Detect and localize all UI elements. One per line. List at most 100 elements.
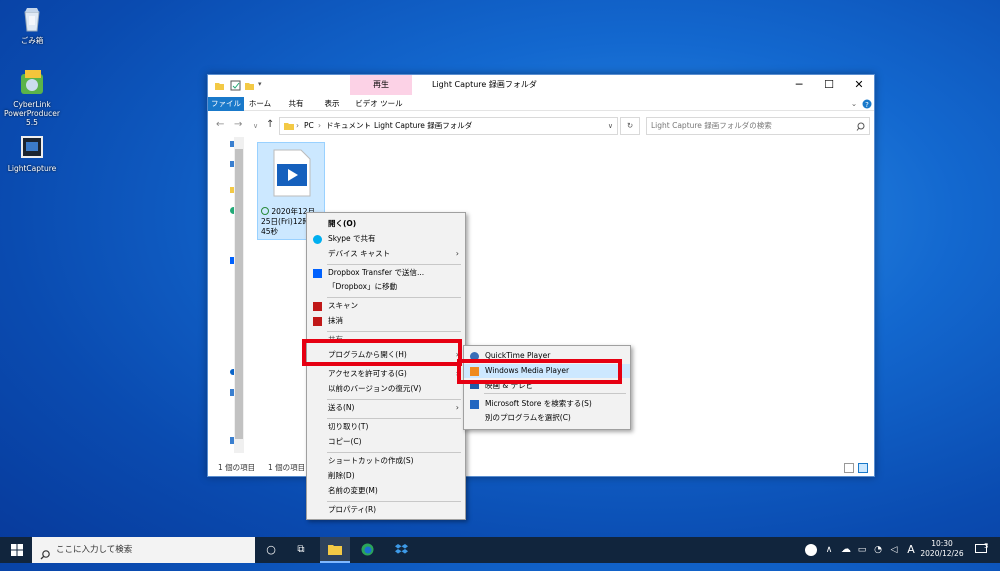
- breadcrumb-separator-icon: ›: [318, 121, 321, 130]
- back-button[interactable]: ←: [216, 119, 224, 130]
- submenu-item-choose-program[interactable]: 別のプログラムを選択(C): [464, 411, 630, 425]
- video-file-icon: [273, 149, 311, 197]
- menu-item-move-to-dropbox[interactable]: 「Dropbox」に移動: [307, 280, 465, 294]
- menu-item-give-access[interactable]: アクセスを許可する(G) ›: [307, 367, 465, 381]
- new-folder-icon[interactable]: [244, 80, 255, 91]
- edge-taskbar-icon[interactable]: [352, 537, 382, 563]
- store-icon: [470, 400, 479, 409]
- folder-icon: [214, 80, 225, 91]
- large-icons-view-icon[interactable]: [858, 463, 868, 473]
- menu-item-open[interactable]: 開く(O): [307, 217, 465, 231]
- ribbon-tabs: ファイル ホーム 共有 表示 ビデオ ツール ⌄ ?: [208, 97, 874, 111]
- recent-dropdown-icon[interactable]: ∨: [253, 122, 258, 130]
- desktop-icon-label: CyberLink PowerProducer 5.5: [4, 100, 60, 127]
- desktop-icon-label: LightCapture: [7, 164, 57, 173]
- tab-view[interactable]: 表示: [318, 97, 346, 111]
- ime-indicator[interactable]: A: [902, 537, 920, 563]
- svg-text:?: ?: [865, 101, 869, 109]
- minimize-button[interactable]: ─: [784, 75, 814, 95]
- action-center-icon[interactable]: 3: [968, 537, 994, 563]
- menu-item-scan[interactable]: スキャン: [307, 299, 465, 313]
- address-bar[interactable]: › PC › ドキュメント › Light Capture 録画フォルダ ∨: [279, 117, 618, 135]
- menu-item-device-cast[interactable]: デバイス キャスト ›: [307, 247, 465, 261]
- search-icon: [40, 545, 50, 571]
- menu-item-rename[interactable]: 名前の変更(M): [307, 484, 465, 498]
- item-count: 1 個の項目: [218, 463, 256, 472]
- up-button[interactable]: ↑: [266, 119, 274, 130]
- highlight-open-with: [302, 339, 462, 366]
- breadcrumb-pc[interactable]: PC: [304, 118, 314, 134]
- task-view-icon[interactable]: ⧉: [286, 537, 316, 563]
- search-icon[interactable]: [856, 121, 865, 137]
- context-menu: 開く(O) Skype で共有 デバイス キャスト › Dropbox Trans…: [306, 212, 466, 520]
- menu-item-copy[interactable]: コピー(C): [307, 435, 465, 449]
- dropbox-taskbar-icon[interactable]: [386, 537, 416, 563]
- menu-item-shred[interactable]: 抹消: [307, 314, 465, 328]
- menu-item-dropbox-transfer[interactable]: Dropbox Transfer で送信...: [307, 266, 465, 280]
- forward-button[interactable]: →: [234, 119, 242, 130]
- tray-app-icon[interactable]: [802, 537, 820, 563]
- search-input[interactable]: Light Capture 録画フォルダの検索: [651, 121, 772, 130]
- context-tab-header: 再生: [350, 75, 412, 95]
- breadcrumb-separator-icon: ›: [366, 121, 369, 130]
- ribbon-expand-icon[interactable]: ⌄: [848, 97, 860, 111]
- desktop-icon-label: ごみ箱: [20, 36, 44, 45]
- search-box[interactable]: Light Capture 録画フォルダの検索: [646, 117, 870, 135]
- open-with-submenu: QuickTime Player Windows Media Player 映画…: [463, 345, 631, 430]
- tab-share[interactable]: 共有: [282, 97, 310, 111]
- scrollbar-thumb[interactable]: [235, 149, 243, 439]
- menu-item-delete[interactable]: 削除(D): [307, 469, 465, 483]
- clock[interactable]: 10:30 2020/12/26: [920, 539, 964, 559]
- desktop-icon-powerproducer[interactable]: CyberLink PowerProducer 5.5: [2, 68, 62, 127]
- wifi-icon[interactable]: ◔: [870, 537, 886, 563]
- sync-status-icon: [261, 207, 269, 215]
- tab-video-tools[interactable]: ビデオ ツール: [352, 97, 406, 111]
- desktop-icon-recycle-bin[interactable]: ごみ箱: [4, 4, 60, 45]
- show-hidden-icons[interactable]: ∧: [820, 537, 838, 563]
- tab-home[interactable]: ホーム: [246, 97, 274, 111]
- breadcrumb-separator-icon: ›: [296, 121, 299, 130]
- menu-item-cut[interactable]: 切り取り(T): [307, 420, 465, 434]
- battery-icon[interactable]: ▭: [854, 537, 870, 563]
- menu-item-restore-versions[interactable]: 以前のバージョンの復元(V): [307, 382, 465, 396]
- quick-access-dropdown-icon[interactable]: ▾: [258, 80, 269, 91]
- lightcapture-icon: [17, 132, 47, 162]
- start-button[interactable]: [2, 537, 32, 563]
- skype-icon: [313, 235, 322, 244]
- properties-check-icon[interactable]: [230, 80, 241, 91]
- desktop-icon-lightcapture[interactable]: LightCapture: [4, 132, 60, 173]
- breadcrumb-folder[interactable]: Light Capture 録画フォルダ: [374, 118, 472, 134]
- submenu-arrow-icon: ›: [455, 403, 459, 412]
- file-explorer-taskbar-icon[interactable]: [320, 537, 350, 563]
- refresh-button[interactable]: ↻: [620, 117, 640, 135]
- notification-count: 3: [984, 542, 989, 550]
- breadcrumb-documents[interactable]: ドキュメント: [326, 118, 371, 134]
- maximize-button[interactable]: ☐: [814, 75, 844, 95]
- details-view-icon[interactable]: [844, 463, 854, 473]
- submenu-item-search-store[interactable]: Microsoft Store を検索する(S): [464, 397, 630, 411]
- menu-item-create-shortcut[interactable]: ショートカットの作成(S): [307, 454, 465, 468]
- close-button[interactable]: ✕: [844, 75, 874, 95]
- mcafee-icon: [313, 302, 322, 311]
- clock-date: 2020/12/26: [920, 549, 964, 558]
- volume-icon[interactable]: ◁: [886, 537, 902, 563]
- navigation-scrollbar[interactable]: [234, 137, 244, 453]
- mcafee-icon: [313, 317, 322, 326]
- menu-item-skype-share[interactable]: Skype で共有: [307, 232, 465, 246]
- title-bar: ▾ 再生 Light Capture 録画フォルダ ─ ☐ ✕: [208, 75, 874, 97]
- tab-file[interactable]: ファイル: [208, 97, 244, 111]
- window-title: Light Capture 録画フォルダ: [432, 80, 537, 89]
- taskbar-search-input[interactable]: ここに入力して検索: [56, 545, 132, 555]
- cortana-icon[interactable]: ○: [256, 537, 286, 563]
- menu-item-send-to[interactable]: 送る(N) ›: [307, 401, 465, 415]
- folder-icon: [284, 121, 294, 137]
- powerproducer-icon: [17, 68, 47, 98]
- address-dropdown-icon[interactable]: ∨: [608, 118, 613, 134]
- clock-time: 10:30: [931, 539, 953, 548]
- windows-logo-icon: [11, 544, 23, 556]
- help-icon[interactable]: ?: [861, 97, 873, 111]
- onedrive-tray-icon[interactable]: ☁: [838, 537, 854, 563]
- menu-item-properties[interactable]: プロパティ(R): [307, 503, 465, 517]
- submenu-arrow-icon: ›: [455, 249, 459, 258]
- taskbar-search-box[interactable]: ここに入力して検索: [32, 537, 255, 563]
